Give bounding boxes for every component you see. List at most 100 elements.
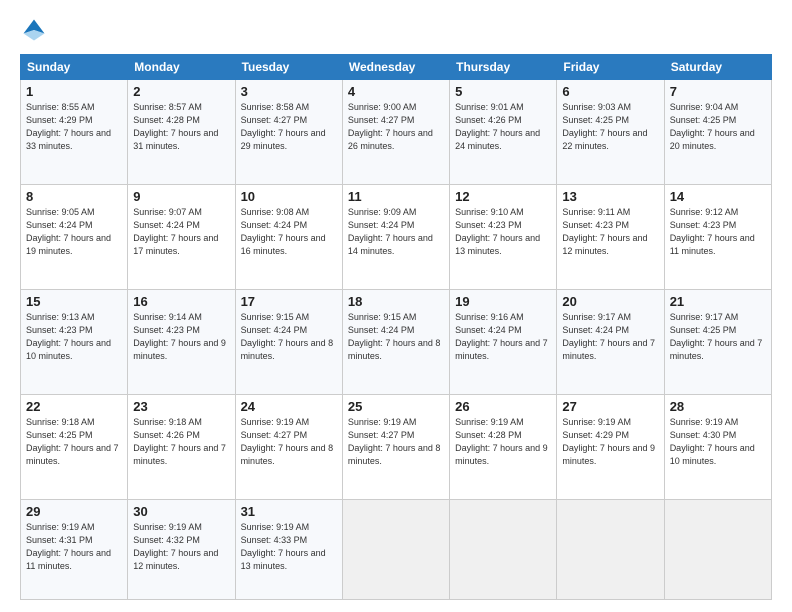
day-number: 8 <box>26 189 122 204</box>
calendar-cell: 31 Sunrise: 9:19 AMSunset: 4:33 PMDayligh… <box>235 499 342 599</box>
day-header-tuesday: Tuesday <box>235 55 342 80</box>
day-number: 6 <box>562 84 658 99</box>
calendar-cell: 14 Sunrise: 9:12 AMSunset: 4:23 PMDayligh… <box>664 184 771 289</box>
day-header-monday: Monday <box>128 55 235 80</box>
day-header-saturday: Saturday <box>664 55 771 80</box>
calendar-cell <box>450 499 557 599</box>
day-number: 26 <box>455 399 551 414</box>
calendar-cell <box>557 499 664 599</box>
calendar-cell: 27 Sunrise: 9:19 AMSunset: 4:29 PMDayligh… <box>557 394 664 499</box>
day-info: Sunrise: 9:08 AMSunset: 4:24 PMDaylight:… <box>241 206 337 258</box>
day-info: Sunrise: 9:01 AMSunset: 4:26 PMDaylight:… <box>455 101 551 153</box>
calendar-cell: 21 Sunrise: 9:17 AMSunset: 4:25 PMDayligh… <box>664 289 771 394</box>
day-info: Sunrise: 9:18 AMSunset: 4:25 PMDaylight:… <box>26 416 122 468</box>
day-info: Sunrise: 9:19 AMSunset: 4:29 PMDaylight:… <box>562 416 658 468</box>
day-info: Sunrise: 9:17 AMSunset: 4:25 PMDaylight:… <box>670 311 766 363</box>
day-info: Sunrise: 9:04 AMSunset: 4:25 PMDaylight:… <box>670 101 766 153</box>
day-number: 27 <box>562 399 658 414</box>
day-number: 31 <box>241 504 337 519</box>
calendar-cell: 16Sunrise: 9:14 AMSunset: 4:23 PMDayligh… <box>128 289 235 394</box>
day-number: 2 <box>133 84 229 99</box>
day-number: 7 <box>670 84 766 99</box>
day-number: 22 <box>26 399 122 414</box>
day-info: Sunrise: 9:11 AMSunset: 4:23 PMDaylight:… <box>562 206 658 258</box>
day-header-wednesday: Wednesday <box>342 55 449 80</box>
calendar-cell: 20 Sunrise: 9:17 AMSunset: 4:24 PMDayligh… <box>557 289 664 394</box>
day-header-sunday: Sunday <box>21 55 128 80</box>
day-number: 17 <box>241 294 337 309</box>
calendar-cell: 5 Sunrise: 9:01 AMSunset: 4:26 PMDaylight… <box>450 80 557 185</box>
week-row-4: 22 Sunrise: 9:18 AMSunset: 4:25 PMDayligh… <box>21 394 772 499</box>
day-number: 24 <box>241 399 337 414</box>
day-info: Sunrise: 9:07 AMSunset: 4:24 PMDaylight:… <box>133 206 229 258</box>
calendar-cell: 29 Sunrise: 9:19 AMSunset: 4:31 PMDayligh… <box>21 499 128 599</box>
calendar-cell: 30 Sunrise: 9:19 AMSunset: 4:32 PMDayligh… <box>128 499 235 599</box>
day-number: 12 <box>455 189 551 204</box>
day-info: Sunrise: 9:14 AMSunset: 4:23 PMDaylight:… <box>133 311 229 363</box>
day-info: Sunrise: 9:12 AMSunset: 4:23 PMDaylight:… <box>670 206 766 258</box>
calendar-cell: 9 Sunrise: 9:07 AMSunset: 4:24 PMDaylight… <box>128 184 235 289</box>
calendar-cell: 17 Sunrise: 9:15 AMSunset: 4:24 PMDayligh… <box>235 289 342 394</box>
calendar-cell: 4 Sunrise: 9:00 AMSunset: 4:27 PMDaylight… <box>342 80 449 185</box>
calendar-cell: 19Sunrise: 9:16 AMSunset: 4:24 PMDayligh… <box>450 289 557 394</box>
day-info: Sunrise: 9:19 AMSunset: 4:27 PMDaylight:… <box>241 416 337 468</box>
calendar-cell: 8Sunrise: 9:05 AMSunset: 4:24 PMDaylight… <box>21 184 128 289</box>
day-info: Sunrise: 8:58 AMSunset: 4:27 PMDaylight:… <box>241 101 337 153</box>
day-info: Sunrise: 9:19 AMSunset: 4:27 PMDaylight:… <box>348 416 444 468</box>
day-info: Sunrise: 9:00 AMSunset: 4:27 PMDaylight:… <box>348 101 444 153</box>
week-row-3: 15Sunrise: 9:13 AMSunset: 4:23 PMDayligh… <box>21 289 772 394</box>
day-header-thursday: Thursday <box>450 55 557 80</box>
day-number: 5 <box>455 84 551 99</box>
day-number: 1 <box>26 84 122 99</box>
calendar-cell: 12 Sunrise: 9:10 AMSunset: 4:23 PMDayligh… <box>450 184 557 289</box>
day-info: Sunrise: 9:17 AMSunset: 4:24 PMDaylight:… <box>562 311 658 363</box>
calendar-cell: 28 Sunrise: 9:19 AMSunset: 4:30 PMDayligh… <box>664 394 771 499</box>
header <box>20 16 772 44</box>
logo <box>20 16 52 44</box>
day-info: Sunrise: 9:19 AMSunset: 4:28 PMDaylight:… <box>455 416 551 468</box>
calendar-cell: 26 Sunrise: 9:19 AMSunset: 4:28 PMDayligh… <box>450 394 557 499</box>
calendar-cell: 10 Sunrise: 9:08 AMSunset: 4:24 PMDayligh… <box>235 184 342 289</box>
day-info: Sunrise: 9:03 AMSunset: 4:25 PMDaylight:… <box>562 101 658 153</box>
day-number: 21 <box>670 294 766 309</box>
day-number: 9 <box>133 189 229 204</box>
day-info: Sunrise: 8:55 AMSunset: 4:29 PMDaylight:… <box>26 101 122 153</box>
calendar-cell: 1 Sunrise: 8:55 AMSunset: 4:29 PMDaylight… <box>21 80 128 185</box>
day-info: Sunrise: 9:15 AMSunset: 4:24 PMDaylight:… <box>348 311 444 363</box>
day-number: 28 <box>670 399 766 414</box>
day-number: 29 <box>26 504 122 519</box>
calendar-cell: 13 Sunrise: 9:11 AMSunset: 4:23 PMDayligh… <box>557 184 664 289</box>
day-number: 4 <box>348 84 444 99</box>
day-number: 20 <box>562 294 658 309</box>
day-info: Sunrise: 9:10 AMSunset: 4:23 PMDaylight:… <box>455 206 551 258</box>
day-info: Sunrise: 8:57 AMSunset: 4:28 PMDaylight:… <box>133 101 229 153</box>
calendar-cell: 23Sunrise: 9:18 AMSunset: 4:26 PMDayligh… <box>128 394 235 499</box>
day-number: 23 <box>133 399 229 414</box>
day-number: 19 <box>455 294 551 309</box>
calendar-cell: 7 Sunrise: 9:04 AMSunset: 4:25 PMDaylight… <box>664 80 771 185</box>
calendar-cell <box>664 499 771 599</box>
day-info: Sunrise: 9:15 AMSunset: 4:24 PMDaylight:… <box>241 311 337 363</box>
week-row-1: 1 Sunrise: 8:55 AMSunset: 4:29 PMDaylight… <box>21 80 772 185</box>
calendar-cell: 6 Sunrise: 9:03 AMSunset: 4:25 PMDaylight… <box>557 80 664 185</box>
day-number: 14 <box>670 189 766 204</box>
day-header-friday: Friday <box>557 55 664 80</box>
calendar-cell: 25 Sunrise: 9:19 AMSunset: 4:27 PMDayligh… <box>342 394 449 499</box>
week-row-2: 8Sunrise: 9:05 AMSunset: 4:24 PMDaylight… <box>21 184 772 289</box>
day-number: 25 <box>348 399 444 414</box>
day-info: Sunrise: 9:19 AMSunset: 4:33 PMDaylight:… <box>241 521 337 573</box>
day-info: Sunrise: 9:19 AMSunset: 4:31 PMDaylight:… <box>26 521 122 573</box>
day-number: 10 <box>241 189 337 204</box>
calendar-cell: 18 Sunrise: 9:15 AMSunset: 4:24 PMDayligh… <box>342 289 449 394</box>
day-info: Sunrise: 9:19 AMSunset: 4:30 PMDaylight:… <box>670 416 766 468</box>
day-number: 18 <box>348 294 444 309</box>
day-number: 30 <box>133 504 229 519</box>
day-header-row: SundayMondayTuesdayWednesdayThursdayFrid… <box>21 55 772 80</box>
calendar-cell <box>342 499 449 599</box>
day-number: 13 <box>562 189 658 204</box>
calendar-cell: 11Sunrise: 9:09 AMSunset: 4:24 PMDayligh… <box>342 184 449 289</box>
calendar-table: SundayMondayTuesdayWednesdayThursdayFrid… <box>20 54 772 600</box>
day-info: Sunrise: 9:09 AMSunset: 4:24 PMDaylight:… <box>348 206 444 258</box>
logo-icon <box>20 16 48 44</box>
day-info: Sunrise: 9:19 AMSunset: 4:32 PMDaylight:… <box>133 521 229 573</box>
